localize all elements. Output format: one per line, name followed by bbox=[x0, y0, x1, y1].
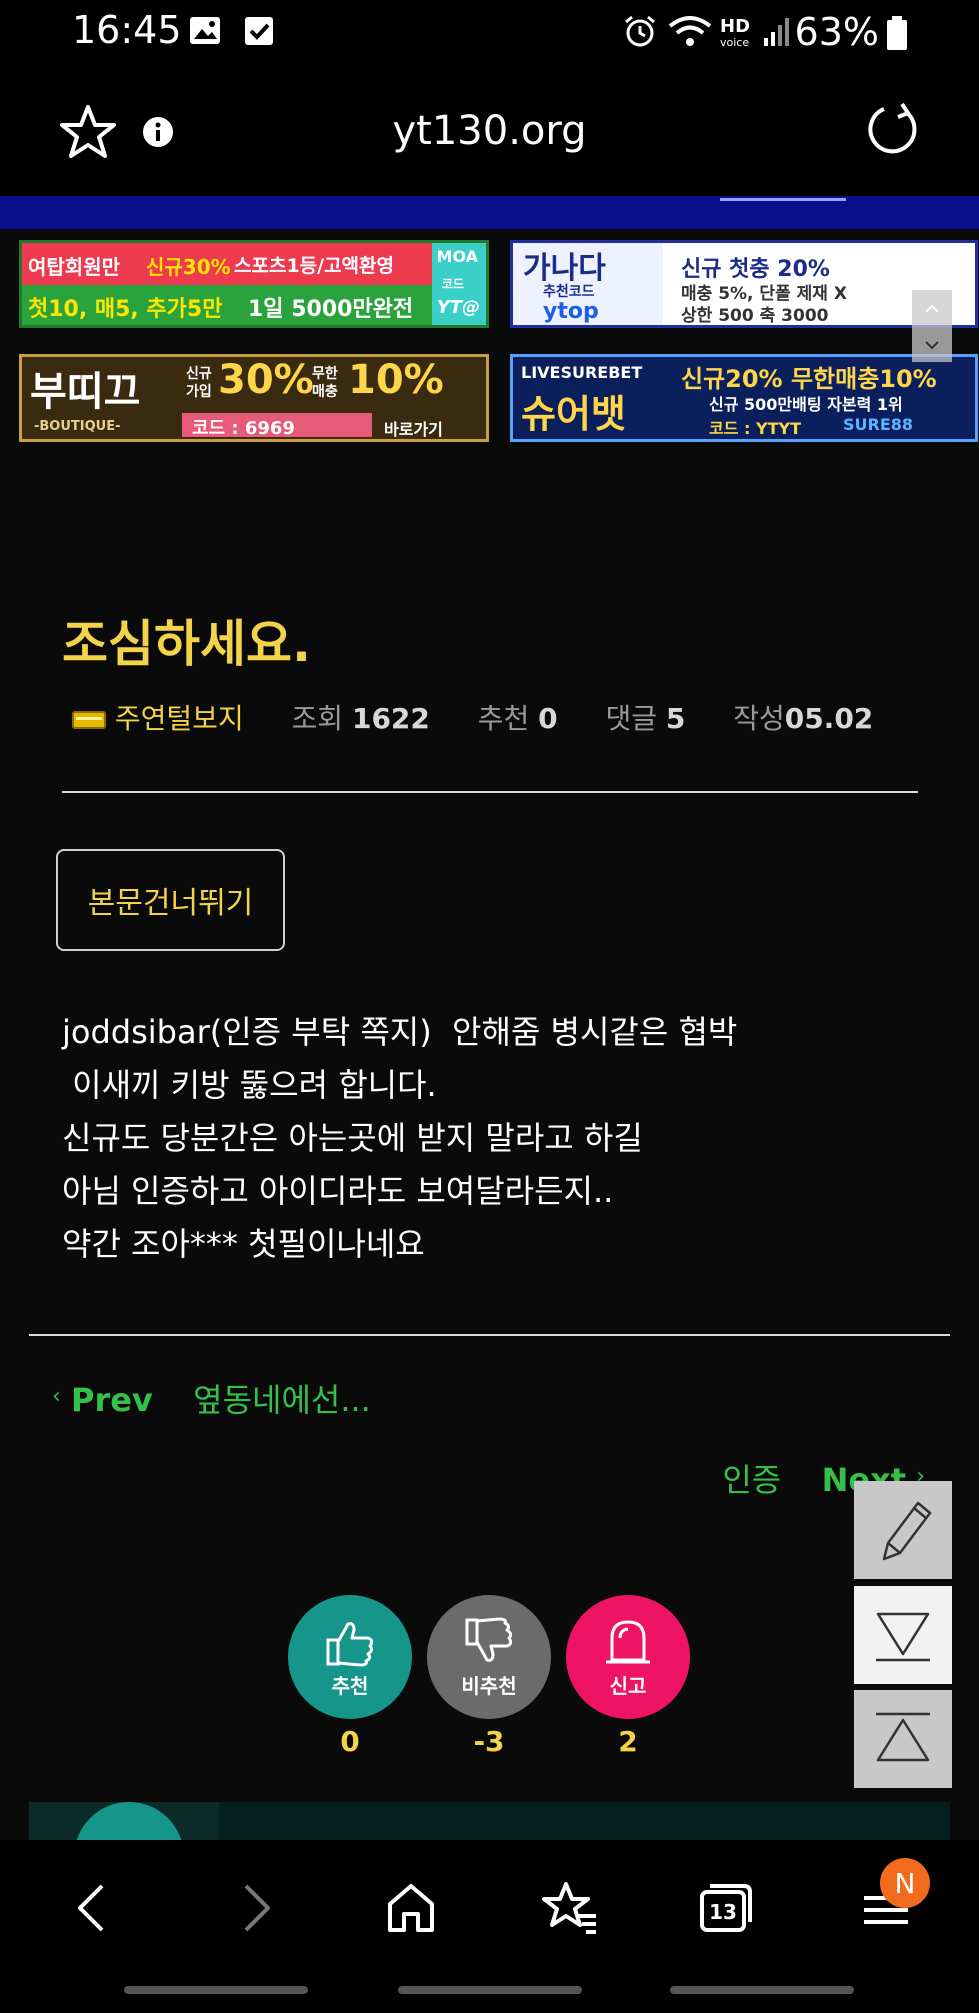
battery-icon bbox=[887, 16, 907, 50]
battery-percent: 63% bbox=[794, 10, 879, 54]
ad3-s1: 신규 bbox=[186, 366, 212, 382]
wifi-icon bbox=[668, 16, 712, 46]
bookmarks-icon[interactable] bbox=[540, 1880, 600, 1936]
ad-banner-4[interactable]: LIVESUREBET 슈어뱃 신규20% 무한매충10% 신규 500만배팅 … bbox=[510, 354, 978, 442]
header-indicator bbox=[720, 198, 846, 201]
post-body: joddsibar(인증 부탁 쪽지) 안해줌 병시같은 협박 이새끼 키방 뚫… bbox=[62, 1013, 738, 1263]
pencil-icon bbox=[882, 1501, 932, 1561]
banner-scroll-control[interactable] bbox=[912, 290, 952, 362]
date-label: 작성 bbox=[733, 702, 785, 735]
write-button[interactable] bbox=[854, 1481, 952, 1579]
arrow-to-top-icon bbox=[876, 1712, 930, 1762]
not-recommend-count-value: -3 bbox=[473, 1725, 505, 1758]
hd-voice-icon: HD voice bbox=[720, 16, 750, 49]
arrow-to-bottom-icon bbox=[876, 1612, 930, 1662]
forward-icon[interactable] bbox=[234, 1880, 278, 1936]
prev-label: Prev bbox=[70, 1381, 153, 1419]
ad1-line2: 첫10, 매5, 추가5만 bbox=[28, 297, 223, 322]
svg-text:voice: voice bbox=[720, 36, 749, 49]
ad3-s3: 무한 bbox=[312, 366, 338, 382]
ad3-brand: 부띠끄 bbox=[30, 369, 141, 415]
ad3-s2: 가입 bbox=[186, 384, 212, 400]
scroll-top-button[interactable] bbox=[854, 1690, 952, 1788]
status-time: 16:45 bbox=[72, 8, 182, 52]
prev-post-link[interactable]: ‹ Prev 옆동네에선... bbox=[52, 1375, 371, 1421]
ad4-tg: SURE88 bbox=[843, 415, 914, 434]
reload-icon[interactable] bbox=[864, 102, 920, 158]
tab-count: 13 bbox=[709, 1900, 737, 1924]
views-label: 조회 bbox=[291, 702, 344, 735]
ad4-code: 코드 : YTYT bbox=[709, 419, 801, 438]
chevron-left-icon: ‹ bbox=[52, 1384, 61, 1409]
gesture-bar-center bbox=[398, 1986, 582, 1994]
ad3-pct2: 10% bbox=[348, 357, 444, 403]
views-count: 1622 bbox=[351, 702, 430, 735]
ad-banner-3[interactable]: 부띠끄 -BOUTIQUE- 신규 가입 30% 무한 매충 10% 코드 : … bbox=[19, 354, 489, 442]
siren-icon bbox=[606, 1619, 650, 1663]
url-text[interactable]: yt130.org bbox=[0, 108, 979, 154]
ad1-line1c: 스포츠1등/고액환영 bbox=[234, 255, 395, 277]
author-level-icon bbox=[72, 711, 106, 729]
menu-badge: N bbox=[880, 1858, 930, 1908]
report-count-value: 2 bbox=[618, 1725, 638, 1758]
post-author[interactable]: 주연털보지 bbox=[115, 702, 244, 735]
next-title: 인증 bbox=[722, 1461, 782, 1499]
thumbs-down-icon bbox=[465, 1617, 513, 1662]
recommend-count: 0 bbox=[538, 702, 558, 735]
thumbs-up-icon bbox=[326, 1621, 374, 1666]
signal-icon bbox=[764, 18, 789, 46]
report-button-label: 신고 bbox=[609, 1673, 647, 1698]
ad4-line2: 신규 500만배팅 자본력 1위 bbox=[709, 395, 903, 414]
scroll-bottom-button[interactable] bbox=[854, 1586, 952, 1684]
gesture-bar-right bbox=[670, 1986, 854, 1994]
ad3-s4: 매충 bbox=[312, 384, 338, 400]
comments-label: 댓글 bbox=[605, 702, 657, 735]
ad-banner-2[interactable]: 가나다 추천코드 ytop 신규 첫충 20% 매충 5%, 단폴 제재 X 상… bbox=[510, 240, 978, 328]
home-icon[interactable] bbox=[384, 1880, 438, 1936]
svg-text:HD: HD bbox=[720, 16, 750, 37]
comment-section-edge bbox=[29, 1802, 950, 1842]
ad1-line1b: 신규30% bbox=[146, 255, 231, 279]
ad4-line1: 신규20% 무한매충10% bbox=[681, 365, 937, 393]
ad2-sub1: 추천코드 bbox=[543, 284, 595, 300]
post-meta: 주연털보지 조회 1622 추천 0 댓글 5 작성05.02 bbox=[72, 697, 873, 737]
comments-count: 5 bbox=[665, 702, 686, 735]
ad2-sub2: ytop bbox=[543, 299, 599, 324]
post-title: 조심하세요. bbox=[62, 615, 311, 673]
banner-scroll-arrows-icon bbox=[925, 304, 939, 350]
not-recommend-button[interactable]: 비추천 bbox=[427, 1595, 551, 1719]
ad2-line3: 상한 500 축 3000 bbox=[681, 306, 829, 326]
post-date: 05.02 bbox=[784, 702, 874, 735]
not-recommend-button-label: 비추천 bbox=[461, 1673, 517, 1698]
ad4-brand: 슈어뱃 bbox=[521, 392, 626, 436]
image-notification-icon bbox=[190, 17, 220, 44]
ad1-tag1: MOA bbox=[436, 247, 478, 266]
recommend-count-value: 0 bbox=[340, 1725, 360, 1758]
ad3-go: 바로가기 bbox=[384, 420, 443, 439]
recommend-button[interactable]: 추천 bbox=[288, 1595, 412, 1719]
ad1-tag2: 코드 bbox=[441, 277, 464, 291]
ad4-top: LIVESUREBET bbox=[521, 363, 643, 382]
recommend-label: 추천 bbox=[477, 702, 530, 735]
ad3-pct1: 30% bbox=[218, 357, 314, 403]
prev-title: 옆동네에선... bbox=[193, 1381, 371, 1419]
back-icon[interactable] bbox=[70, 1880, 114, 1936]
body-divider bbox=[29, 1334, 950, 1336]
ad1-line1a: 여탑회원만 bbox=[28, 255, 120, 279]
checkbox-notification-icon bbox=[245, 17, 273, 45]
recommend-button-label: 추천 bbox=[331, 1673, 369, 1698]
alarm-icon bbox=[625, 15, 655, 47]
title-divider bbox=[62, 791, 918, 793]
skip-content-button[interactable]: 본문건너뛰기 bbox=[56, 849, 285, 951]
report-button[interactable]: 신고 bbox=[566, 1595, 690, 1719]
gesture-bar-left bbox=[124, 1986, 308, 1994]
ad-banner-1[interactable]: 여탑회원만 신규30% 스포츠1등/고액환영 첫10, 매5, 추가5만 1일 … bbox=[19, 240, 489, 328]
ad1-line2b: 1일 5000만완전 bbox=[248, 297, 414, 322]
tabs-button[interactable]: 13 bbox=[700, 1882, 752, 1934]
ad3-brand-sub: -BOUTIQUE- bbox=[34, 419, 121, 434]
ad1-tag3: YT@ bbox=[436, 297, 480, 318]
ad3-code: 코드 : 6969 bbox=[192, 418, 295, 439]
